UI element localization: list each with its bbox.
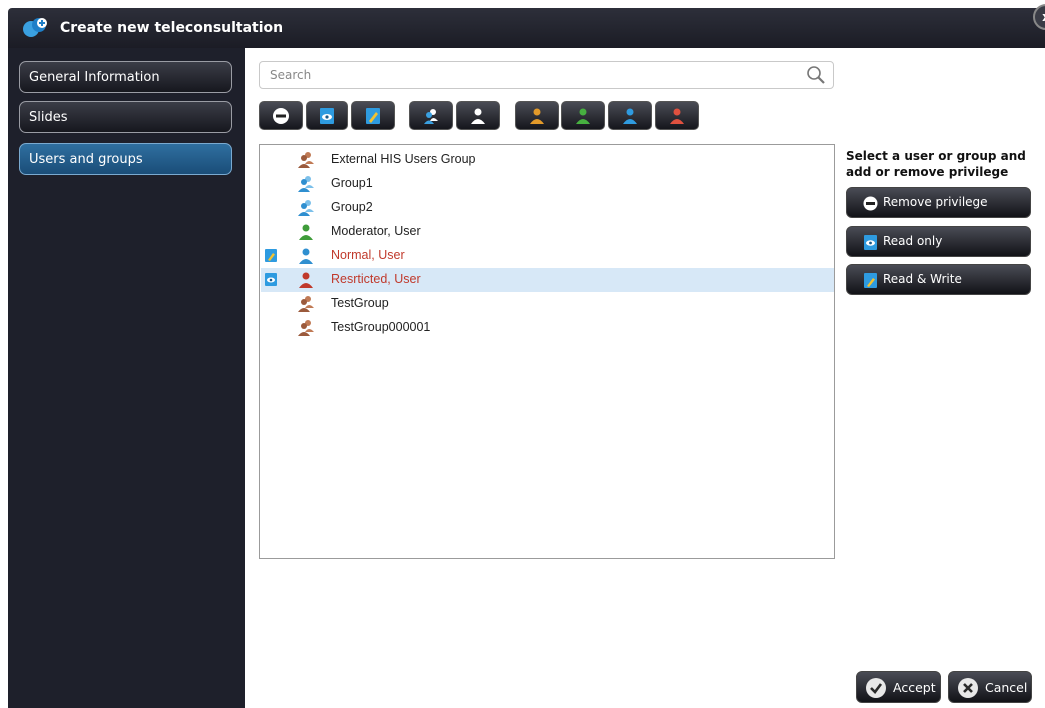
read-write-label: Read & Write xyxy=(883,272,962,286)
toolbar-red-filter-button[interactable] xyxy=(655,101,699,130)
users-groups-list[interactable]: External HIS Users Group Group1 Group2 M… xyxy=(259,144,835,559)
sidebar-item-label: Slides xyxy=(29,110,68,125)
remove-privilege-icon xyxy=(273,107,289,124)
read-write-button[interactable]: Read & Write xyxy=(846,264,1031,295)
toolbar-green-filter-button[interactable] xyxy=(561,101,605,130)
close-icon xyxy=(958,678,978,698)
cancel-label: Cancel xyxy=(985,680,1028,695)
toolbar-read-only-button[interactable] xyxy=(306,101,348,130)
list-item-label: Group2 xyxy=(331,200,373,214)
accept-button[interactable]: Accept xyxy=(856,671,941,703)
sidebar-item-slides[interactable]: Slides xyxy=(19,101,232,133)
list-item-selected[interactable]: Resrticted, User xyxy=(261,268,834,292)
close-button[interactable]: x xyxy=(1033,4,1045,30)
user-icon xyxy=(299,272,313,288)
list-item-label: TestGroup xyxy=(331,296,389,310)
read-only-icon xyxy=(265,273,277,286)
list-item-label: Moderator, User xyxy=(331,224,421,238)
toolbar-blue-filter-button[interactable] xyxy=(608,101,652,130)
sidebar-item-general-information[interactable]: General Information xyxy=(19,61,232,93)
list-item[interactable]: Normal, User xyxy=(261,244,834,268)
group-filter-icon xyxy=(424,108,438,124)
list-item[interactable]: Group1 xyxy=(261,172,834,196)
group-icon xyxy=(298,296,314,312)
cancel-button[interactable]: Cancel xyxy=(948,671,1032,703)
list-item-label: Group1 xyxy=(331,176,373,190)
checkmark-icon xyxy=(866,678,886,698)
read-write-icon xyxy=(366,107,380,124)
toolbar-read-write-button[interactable] xyxy=(351,101,395,130)
read-write-icon xyxy=(864,273,877,288)
search-icon[interactable] xyxy=(805,64,827,86)
teleconsultation-icon xyxy=(23,18,47,37)
read-write-icon xyxy=(265,249,277,262)
sidebar-item-label: General Information xyxy=(29,70,160,85)
group-icon xyxy=(298,200,314,216)
read-only-icon xyxy=(864,235,877,250)
group-icon xyxy=(298,176,314,192)
remove-privilege-button[interactable]: Remove privilege xyxy=(846,187,1031,218)
title-bar: Create new teleconsultation x xyxy=(8,4,1045,48)
user-icon xyxy=(299,224,313,240)
red-user-icon xyxy=(670,108,684,124)
remove-privilege-label: Remove privilege xyxy=(883,195,988,209)
sidebar-item-label: Users and groups xyxy=(29,152,143,167)
list-item-label: TestGroup000001 xyxy=(331,320,431,334)
read-only-button[interactable]: Read only xyxy=(846,226,1031,257)
list-item[interactable]: TestGroup xyxy=(261,292,834,316)
toolbar-remove-privilege-button[interactable] xyxy=(259,101,303,130)
read-only-label: Read only xyxy=(883,234,943,248)
orange-user-icon xyxy=(530,108,544,124)
list-item-label: Normal, User xyxy=(331,248,405,262)
search-placeholder: Search xyxy=(270,68,312,82)
toolbar-orange-filter-button[interactable] xyxy=(515,101,559,130)
list-item-label: Resrticted, User xyxy=(331,272,421,286)
privilege-hint: Select a user or group and add or remove… xyxy=(846,149,1026,179)
toolbar-group-filter-button[interactable] xyxy=(409,101,453,130)
blue-user-icon xyxy=(623,108,637,124)
sidebar: General Information Slides Users and gro… xyxy=(8,48,245,708)
window-title: Create new teleconsultation xyxy=(60,20,284,36)
group-icon xyxy=(298,152,314,168)
green-user-icon xyxy=(576,108,590,124)
list-item[interactable]: External HIS Users Group xyxy=(261,148,834,172)
user-icon xyxy=(299,248,313,264)
remove-privilege-icon xyxy=(863,196,878,211)
list-item-label: External HIS Users Group xyxy=(331,152,476,166)
search-input[interactable]: Search xyxy=(259,61,834,89)
toolbar-user-filter-button[interactable] xyxy=(456,101,500,130)
list-item[interactable]: Moderator, User xyxy=(261,220,834,244)
user-filter-icon xyxy=(471,108,485,124)
list-item[interactable]: Group2 xyxy=(261,196,834,220)
list-item[interactable]: TestGroup000001 xyxy=(261,316,834,340)
read-only-icon xyxy=(320,107,334,124)
accept-label: Accept xyxy=(893,680,936,695)
sidebar-item-users-and-groups[interactable]: Users and groups xyxy=(19,143,232,175)
group-icon xyxy=(298,320,314,336)
